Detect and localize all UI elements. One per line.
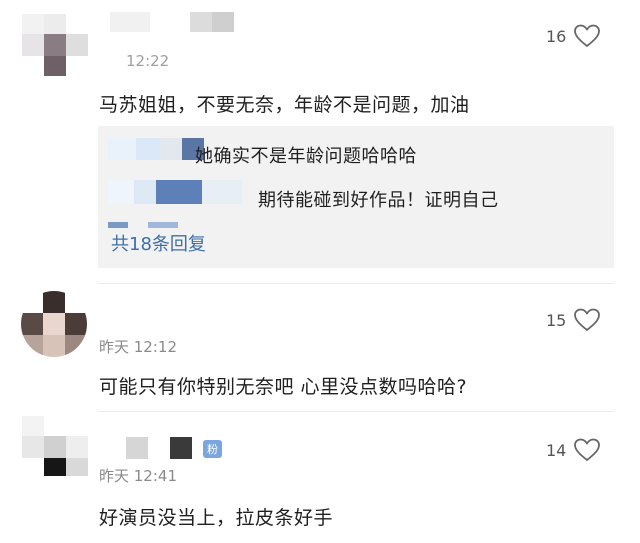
username-redacted[interactable] <box>100 12 240 34</box>
like-button[interactable]: 16 <box>546 24 601 48</box>
comment-text: 马苏姐姐，不要无奈，年龄不是问题，加油 <box>99 94 470 116</box>
heart-outline-icon <box>574 438 601 461</box>
like-button[interactable]: 15 <box>546 308 601 332</box>
like-count: 15 <box>546 310 567 330</box>
avatar[interactable] <box>22 416 88 480</box>
username-redacted[interactable] <box>126 437 196 461</box>
view-all-replies-link[interactable]: 共18条回复 <box>111 230 206 256</box>
comment-time: 昨天 12:41 <box>99 467 177 485</box>
like-count: 14 <box>546 440 567 460</box>
like-button[interactable]: 14 <box>546 438 601 462</box>
heart-outline-icon <box>574 24 601 47</box>
comment-text: 好演员没当上，拉皮条好手 <box>99 507 334 529</box>
reply-username-redacted <box>108 180 258 204</box>
divider <box>98 283 614 284</box>
like-count: 16 <box>546 26 567 46</box>
divider <box>98 411 614 412</box>
reply-username-redacted <box>108 222 178 228</box>
comment-text: 可能只有你特别无奈吧 心里没点数吗哈哈? <box>99 376 468 398</box>
comment-time: 昨天 12:12 <box>99 338 177 356</box>
reply-text: 她确实不是年龄问题哈哈哈 <box>195 146 417 167</box>
comment-time: 12:22 <box>126 52 170 70</box>
avatar[interactable] <box>21 291 87 357</box>
reply-text: 期待能碰到好作品！证明自己 <box>258 190 499 211</box>
reply-preview-box[interactable]: 她确实不是年龄问题哈哈哈 期待能碰到好作品！证明自己 共18条回复 <box>98 126 614 268</box>
heart-outline-icon <box>574 308 601 331</box>
avatar[interactable] <box>22 14 88 76</box>
fan-badge: 粉 <box>203 440 222 458</box>
